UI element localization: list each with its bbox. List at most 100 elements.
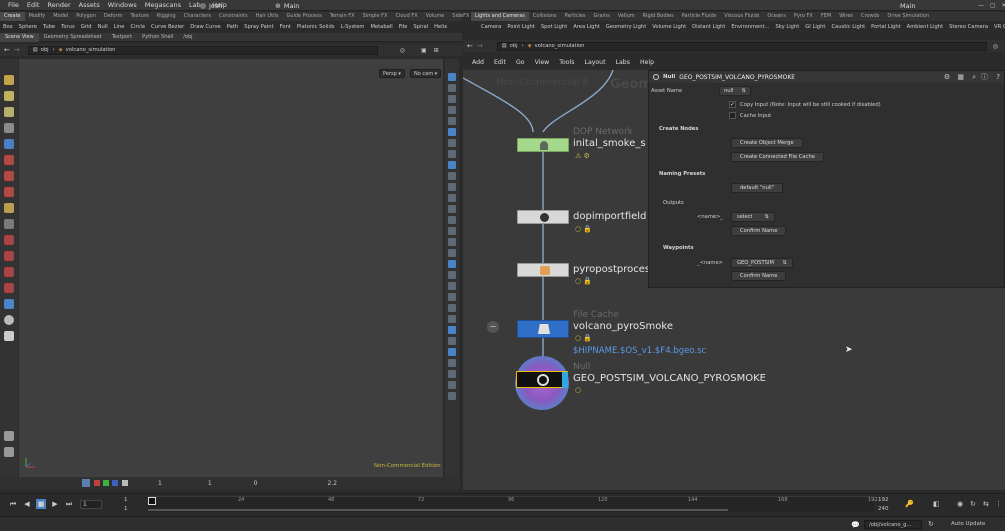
camera-button[interactable]: No cam ▾	[410, 69, 442, 78]
menu-item-3[interactable]: Assets	[75, 1, 104, 9]
shelf-right-tool-10[interactable]: Caustic Light	[828, 24, 868, 30]
scene-viewport[interactable]: Persp ▾ No cam ▾ Non-Commercial Edition	[19, 59, 443, 479]
shelf-right-tool-9[interactable]: GI Light	[802, 24, 828, 30]
display-icon-11[interactable]	[448, 183, 456, 191]
display-icon-2[interactable]	[448, 84, 456, 92]
shelf-right-tool-12[interactable]: Ambient Light	[904, 24, 946, 30]
outputs-select-dropdown[interactable]: select ⇅	[731, 212, 775, 222]
shelf-tab-11[interactable]: Terrain FX	[326, 12, 359, 21]
display-icon-26[interactable]	[448, 348, 456, 356]
default-null-button[interactable]: default "null"	[731, 183, 784, 193]
network-menu-item-1[interactable]: Edit	[489, 59, 511, 66]
brush-tool-icon[interactable]	[4, 219, 14, 229]
lock-icon[interactable]	[448, 95, 456, 103]
desktop-dropdown[interactable]: Main	[284, 2, 334, 10]
shelf-tab-13[interactable]: Cloud FX	[391, 12, 421, 21]
end-frame[interactable]: 192	[878, 497, 889, 503]
shelf-tool-7[interactable]: Circle	[127, 24, 148, 30]
shelf-tab-5[interactable]: Texture	[126, 12, 152, 21]
pane-tab-1[interactable]: Geometry Spreadsheet	[39, 33, 107, 42]
range-slider[interactable]	[148, 509, 728, 511]
rotate-tool-icon[interactable]	[4, 155, 14, 165]
shelf-right-tab-9[interactable]: Pyro FX	[790, 12, 817, 21]
menu-item-2[interactable]: Render	[43, 1, 74, 9]
field-2[interactable]: 1	[208, 480, 212, 487]
shelf-right-tool-14[interactable]: VR Ca	[991, 24, 1005, 30]
path-node[interactable]: volcano_simulation	[535, 42, 585, 50]
shelf-right-tab-1[interactable]: Collisions	[529, 12, 561, 21]
display-icon-7[interactable]	[448, 139, 456, 147]
display-mode-icon[interactable]	[82, 479, 90, 487]
audio-icon[interactable]: ◧	[933, 500, 940, 508]
waypoints-dropdown[interactable]: GEO_POSTSIM ⇅	[731, 258, 793, 268]
handle-tool-icon[interactable]	[4, 187, 14, 197]
shelf-tab-14[interactable]: Volume	[422, 12, 449, 21]
network-menu-item-6[interactable]: Labs	[611, 59, 635, 66]
camera-tool-icon[interactable]	[4, 299, 14, 309]
loop-icon[interactable]: ↻	[970, 500, 976, 508]
pyropostprocess-node[interactable]	[517, 263, 569, 277]
shelf-tool-18[interactable]: Helix	[431, 24, 450, 30]
shelf-right-tool-0[interactable]: Camera	[478, 24, 504, 30]
network-menu-item-7[interactable]: Help	[635, 59, 659, 66]
shelf-tab-6[interactable]: Rigging	[153, 12, 180, 21]
pane-tab-4[interactable]: /obj	[178, 33, 197, 42]
current-frame-field[interactable]: 1	[80, 499, 102, 509]
playhead[interactable]	[148, 497, 156, 505]
display-icon-6[interactable]	[448, 128, 456, 136]
transform-tool-icon[interactable]	[4, 139, 14, 149]
pin-icon[interactable]: ◎	[400, 47, 405, 54]
shelf-right-tool-7[interactable]: Environment...	[728, 24, 772, 30]
paint-tool-icon[interactable]	[4, 107, 14, 117]
end-frame-2[interactable]: 240	[878, 506, 889, 512]
flipbook-tool-icon[interactable]	[4, 431, 14, 441]
display-icon-28[interactable]	[448, 370, 456, 378]
copy-input-checkbox[interactable]: ✓	[729, 101, 736, 108]
menu-item-5[interactable]: Megascans	[141, 1, 185, 9]
file-cache-node[interactable]	[517, 320, 569, 338]
view-tool-icon[interactable]	[4, 91, 14, 101]
sphere-tool-icon[interactable]	[4, 315, 14, 325]
display-icon-8[interactable]	[448, 150, 456, 158]
color-g-icon[interactable]	[103, 480, 109, 486]
magnet-tool-icon[interactable]	[4, 251, 14, 261]
display-icon-14[interactable]	[448, 216, 456, 224]
shelf-tab-4[interactable]: Deform	[100, 12, 127, 21]
shelf-right-tool-3[interactable]: Area Light	[570, 24, 603, 30]
start-frame[interactable]: 1	[124, 497, 128, 503]
shelf-right-tool-4[interactable]: Geometry Light	[603, 24, 649, 30]
realtime-icon[interactable]: ◉	[957, 500, 963, 508]
back-arrow-icon[interactable]: ←	[4, 46, 10, 54]
node2-name[interactable]: dopimportfield	[573, 211, 646, 222]
display-icon-20[interactable]	[448, 282, 456, 290]
null-node[interactable]	[516, 371, 568, 388]
shelf-right-tab-0[interactable]: Lights and Cameras	[471, 12, 529, 21]
display-icon-1[interactable]	[448, 73, 456, 81]
shelf-right-tab-5[interactable]: Rigid Bodies	[639, 12, 678, 21]
shelf-right-tab-7[interactable]: Viscous Fluids	[720, 12, 763, 21]
path-node[interactable]: volcano_simulation	[66, 46, 116, 54]
shelf-tab-2[interactable]: Model	[49, 12, 72, 21]
display-icon-30[interactable]	[448, 392, 456, 400]
snapping-tool-icon[interactable]	[4, 283, 14, 293]
collapse-button-icon[interactable]: −	[487, 321, 499, 333]
network-menu-item-0[interactable]: Add	[467, 59, 489, 66]
cache-input-checkbox[interactable]	[729, 112, 736, 119]
help-icon[interactable]: ?	[996, 73, 1000, 81]
display-icon-24[interactable]	[448, 326, 456, 334]
display-icon-27[interactable]	[448, 359, 456, 367]
shelf-right-tool-11[interactable]: Portal Light	[868, 24, 904, 30]
field-1[interactable]: 1	[158, 480, 162, 487]
confirm-name-button-2[interactable]: Confirm Name	[731, 271, 787, 281]
forward-arrow-icon[interactable]: →	[477, 42, 483, 50]
shelf-right-tool-2[interactable]: Spot Light	[538, 24, 570, 30]
pose-tool-icon[interactable]	[4, 203, 14, 213]
shelf-right-tab-6[interactable]: Particle Fluids	[678, 12, 721, 21]
color-r-icon[interactable]	[94, 480, 100, 486]
asset-name-dropdown[interactable]: null ⇅	[719, 86, 751, 96]
dop-network-node[interactable]	[517, 138, 569, 152]
left-path-field[interactable]: ▤ obj › ◈ volcano_simulation	[27, 45, 378, 55]
display-flag-icon[interactable]	[562, 372, 568, 388]
display-icon-15[interactable]	[448, 227, 456, 235]
auto-update-label[interactable]: Auto Update	[951, 521, 985, 527]
